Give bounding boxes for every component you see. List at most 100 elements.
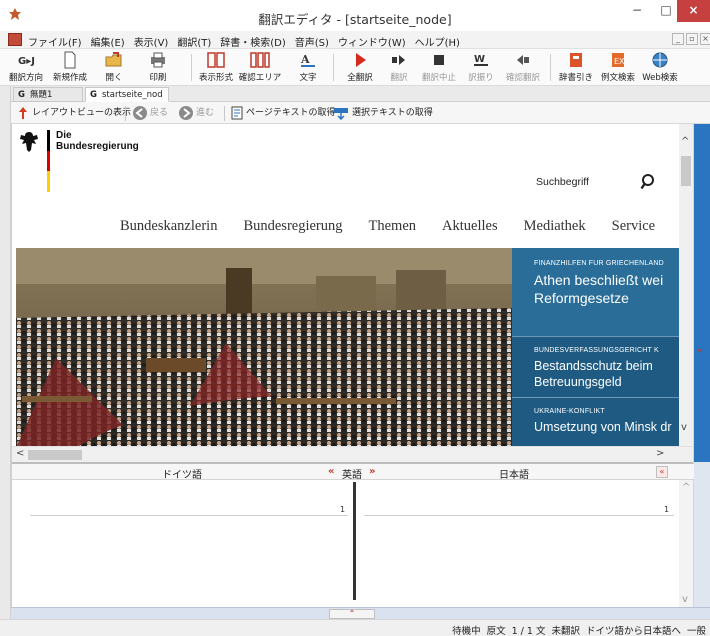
status-state: 待機中	[452, 626, 481, 636]
swap-left-button[interactable]: «	[328, 466, 334, 477]
new-document-button[interactable]: 新規作成	[50, 51, 90, 84]
menu-file[interactable]: ファイル(F)	[28, 34, 82, 49]
scroll-thumb[interactable]	[28, 450, 82, 460]
close-button[interactable]: ×	[677, 0, 710, 22]
browser-nav-bar: レイアウトビューの表示 戻る 進む ページテキストの取得 選択テキストの取得	[11, 102, 710, 124]
scroll-up-icon[interactable]: ^	[682, 482, 690, 493]
splitter-toggle-button[interactable]: ⌃	[329, 609, 375, 619]
minimize-button[interactable]: −	[622, 0, 652, 22]
translation-panel: ドイツ語 « 英語 » 日本語 « 1 1 ^ v	[11, 462, 694, 609]
window-title: 翻訳エディタ - [startseite_node]	[258, 12, 452, 27]
nav-aktuelles[interactable]: Aktuelles	[442, 218, 498, 235]
text-size-button[interactable]: A 文字	[290, 51, 326, 84]
expand-panel-icon[interactable]: «	[697, 346, 703, 356]
news-teaser-panel: FINANZHILFEN FÜR GRIECHENLAND Athen besc…	[512, 248, 680, 448]
tab-startseite[interactable]: Gstartseite_nod	[85, 87, 169, 102]
site-search-input[interactable]: Suchbegriff	[536, 176, 589, 188]
menu-translate[interactable]: 翻訳(T)	[177, 34, 211, 49]
example-search-icon: EX	[612, 53, 625, 67]
interlinear-button[interactable]: W 訳振り	[464, 51, 498, 84]
scroll-down-icon[interactable]: v	[682, 594, 688, 605]
back-translation-icon	[517, 55, 529, 65]
scroll-up-icon[interactable]: ^	[681, 136, 689, 147]
back-arrow-icon	[133, 105, 147, 120]
nav-separator	[125, 106, 126, 121]
web-horizontal-scrollbar[interactable]: < >	[12, 446, 693, 462]
menu-audio[interactable]: 音声(S)	[295, 34, 329, 49]
translate-icon	[392, 55, 405, 65]
source-line	[30, 515, 348, 516]
swap-right-button[interactable]: »	[369, 466, 375, 477]
source-language-label: ドイツ語	[162, 470, 202, 481]
right-dock-strip: «	[693, 124, 710, 607]
panel-splitter[interactable]: ⌃	[11, 607, 710, 619]
scroll-left-icon[interactable]: <	[16, 448, 24, 459]
back-button[interactable]: 戻る	[133, 105, 168, 121]
status-source: 原文	[486, 626, 506, 636]
nav-bundesregierung[interactable]: Bundesregierung	[243, 218, 342, 235]
forward-button[interactable]: 進む	[179, 105, 214, 121]
parliament-photo[interactable]	[16, 248, 512, 448]
mdi-restore-icon[interactable]: ▫	[686, 33, 698, 45]
collapse-panel-button[interactable]: «	[656, 466, 668, 478]
menu-view[interactable]: 表示(V)	[134, 34, 169, 49]
federal-eagle-icon	[20, 132, 38, 152]
dictionary-button[interactable]: 辞書引き	[556, 51, 596, 84]
menu-dictionary-search[interactable]: 辞書・検索(D)	[220, 34, 286, 49]
interlinear-icon: W	[474, 54, 488, 66]
target-line	[364, 515, 674, 516]
web-search-icon	[652, 52, 668, 68]
scroll-right-icon[interactable]: >	[656, 448, 664, 459]
document-tabs: G 無題1 Gstartseite_nod	[11, 86, 710, 102]
translation-direction-button[interactable]: G▸J 翻訳方向	[6, 51, 46, 84]
middle-language-label: 英語	[342, 470, 362, 481]
search-icon[interactable]	[640, 173, 658, 191]
web-vertical-scrollbar[interactable]: ^ v	[679, 124, 693, 446]
nav-bundeskanzlerin[interactable]: Bundeskanzlerin	[120, 218, 217, 235]
news-item[interactable]: BUNDESVERFASSUNGSGERICHT K Bestandsschut…	[512, 337, 680, 397]
news-item[interactable]: UKRAINE-KONFLIKT Umsetzung von Minsk dr	[512, 398, 680, 448]
tab-untitled[interactable]: G 無題1	[13, 87, 83, 102]
status-position: 1 / 1 文	[511, 626, 546, 636]
nav-themen[interactable]: Themen	[369, 218, 417, 235]
menu-items: ファイル(F) 編集(E) 表示(V) 翻訳(T) 辞書・検索(D) 音声(S)…	[28, 34, 460, 49]
translation-vertical-scrollbar[interactable]: ^ v	[679, 480, 693, 609]
dictionary-icon	[570, 53, 582, 67]
stop-translation-button[interactable]: 翻訳中止	[418, 51, 460, 84]
selected-text-icon	[334, 107, 348, 120]
translate-all-icon	[356, 53, 366, 67]
display-format-button[interactable]: 表示形式	[196, 51, 236, 84]
layout-view-button[interactable]: レイアウトビューの表示	[17, 105, 131, 121]
get-selected-text-button[interactable]: 選択テキストの取得	[333, 105, 433, 121]
toolbar-separator	[191, 54, 192, 81]
text-size-icon: A	[300, 53, 315, 67]
scroll-down-icon[interactable]: v	[681, 422, 687, 433]
get-page-text-button[interactable]: ページテキストの取得	[231, 105, 336, 121]
web-page-view[interactable]: Die Bundesregierung Suchbegriff Bundeska…	[11, 124, 693, 462]
menu-edit[interactable]: 編集(E)	[91, 34, 125, 49]
news-item[interactable]: FINANZHILFEN FÜR GRIECHENLAND Athen besc…	[512, 248, 680, 336]
document-icon[interactable]	[8, 33, 22, 46]
nav-mediathek[interactable]: Mediathek	[524, 218, 586, 235]
nav-service[interactable]: Service	[612, 218, 655, 235]
org-logo-text[interactable]: Die Bundesregierung	[56, 130, 139, 152]
example-search-button[interactable]: EX 例文検索	[598, 51, 638, 84]
translate-all-button[interactable]: 全翻訳	[340, 51, 380, 84]
print-button[interactable]: 印刷	[138, 51, 178, 84]
confirm-area-button[interactable]: 確認エリア	[238, 51, 282, 84]
open-button[interactable]: 開く	[94, 51, 134, 84]
back-translation-button[interactable]: 確認翻訳	[502, 51, 544, 84]
scroll-thumb[interactable]	[681, 156, 691, 186]
translation-direction-icon: G▸J	[18, 56, 35, 67]
right-panel-track	[694, 124, 710, 462]
web-search-button[interactable]: Web検索	[640, 51, 680, 84]
mdi-close-icon[interactable]: ×	[700, 33, 710, 45]
source-line-number: 1	[340, 505, 346, 514]
translate-button[interactable]: 翻訳	[382, 51, 416, 84]
svg-text:W: W	[474, 54, 485, 65]
mdi-minimize-icon[interactable]: _	[672, 33, 684, 45]
panel-divider[interactable]	[353, 482, 356, 600]
menu-window[interactable]: ウィンドウ(W)	[338, 34, 406, 49]
menu-help[interactable]: ヘルプ(H)	[415, 34, 460, 49]
confirm-area-icon	[250, 52, 270, 68]
